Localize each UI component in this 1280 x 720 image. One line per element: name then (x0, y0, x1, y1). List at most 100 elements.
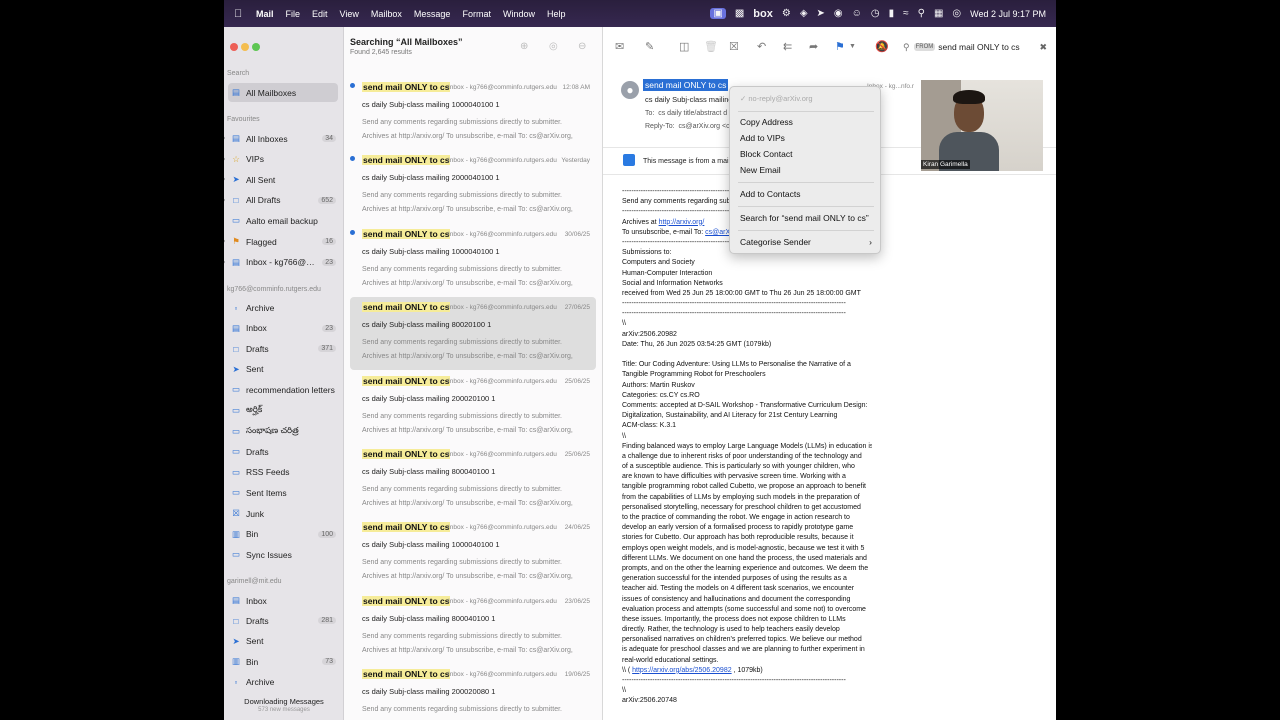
apple-icon[interactable]:  (234, 8, 246, 20)
sidebar-item[interactable]: › □ All Drafts 652 (224, 191, 338, 210)
menu-format[interactable]: Format (462, 9, 491, 19)
search-section-label: Search (227, 70, 250, 77)
sidebar-item[interactable]: ▭ Drafts (228, 442, 338, 461)
sidebar-item[interactable]: ▤ Inbox 23 (228, 319, 338, 338)
box-icon[interactable]: box (753, 8, 773, 20)
sidebar-item[interactable]: ▥ Bin 100 (228, 525, 338, 544)
menu-mailbox[interactable]: Mailbox (371, 9, 402, 19)
gear-icon[interactable]: ⚙ (782, 8, 791, 19)
sidebar-item[interactable]: ▫ Archive (228, 673, 338, 692)
menu-message[interactable]: Message (414, 9, 451, 19)
chevron-right-icon[interactable]: › (224, 238, 225, 245)
message-row[interactable]: send mail ONLY to cs Inbox - kg766@commin… (350, 150, 596, 223)
sidebar-item[interactable]: □ Drafts 371 (228, 339, 338, 358)
menu-add-to-vips[interactable]: Add to VIPs (740, 133, 785, 143)
filter-icon[interactable]: ◎ (549, 41, 558, 52)
zoom-window-button[interactable] (252, 43, 260, 51)
sidebar-item[interactable]: ➤ Sent (228, 360, 338, 379)
menu-help[interactable]: Help (547, 9, 566, 19)
user-icon[interactable]: ☺ (852, 8, 862, 19)
trash-icon[interactable]: 🗑 (704, 40, 718, 53)
menu-view[interactable]: View (340, 9, 359, 19)
menu-edit[interactable]: Edit (312, 9, 328, 19)
message-row[interactable]: send mail ONLY to cs Inbox - kg766@commin… (350, 517, 596, 590)
sidebar-item[interactable]: ▭ అర్హిక్ (228, 401, 338, 420)
sidebar-item[interactable]: ▭ సంభాషణ చరిత్ర (228, 422, 338, 441)
sidebar-item[interactable]: ▤ Inbox (228, 591, 338, 610)
chevron-down-icon[interactable]: ▼ (849, 43, 856, 50)
search-input[interactable]: send mail ONLY to cs (938, 42, 1019, 52)
control-center-icon[interactable]: ▦ (934, 8, 943, 19)
screen-share-icon[interactable]: ▣ (710, 8, 726, 19)
chevron-right-icon[interactable]: › (224, 176, 225, 183)
message-row[interactable]: send mail ONLY to cs Inbox - kg766@commin… (350, 664, 596, 720)
clock-icon[interactable]: ◷ (871, 8, 880, 19)
sidebar-item[interactable]: ▭ Sync Issues (228, 545, 338, 564)
message-row[interactable]: send mail ONLY to cs Inbox - kg766@commin… (350, 371, 596, 444)
sort-icon[interactable]: ⊖ (578, 41, 586, 52)
chevron-right-icon[interactable]: › (224, 135, 225, 142)
sidebar-item[interactable]: ▭ Aalto email backup (228, 211, 338, 230)
message-row[interactable]: send mail ONLY to cs Inbox - kg766@commin… (350, 77, 596, 150)
reply-icon[interactable]: ↶ (757, 40, 766, 53)
menu-block-contact[interactable]: Block Contact (740, 149, 792, 159)
body-link[interactable]: https://arxiv.org/abs/2506.20982 (632, 667, 732, 674)
menu-search-for-sender[interactable]: Search for “send mail ONLY to cs” (740, 213, 869, 223)
chevron-right-icon[interactable]: › (224, 197, 225, 204)
search-field[interactable]: ⚲ FROM send mail ONLY to cs ✖ (903, 39, 1053, 55)
location-icon[interactable]: ➤ (817, 8, 825, 19)
menu-copy-address[interactable]: Copy Address (740, 117, 793, 127)
menu-app[interactable]: Mail (256, 9, 274, 19)
sidebar-item[interactable]: ▭ Sent Items (228, 483, 338, 502)
minimize-window-button[interactable] (241, 43, 249, 51)
sidebar-item[interactable]: › ▤ All Inboxes 34 (224, 129, 338, 148)
record-icon[interactable]: ◉ (834, 8, 843, 19)
search-token[interactable]: FROM (913, 43, 936, 51)
wifi-icon[interactable]: ≈ (903, 8, 909, 19)
message-row[interactable]: send mail ONLY to cs Inbox - kg766@commin… (350, 297, 596, 371)
clock[interactable]: Wed 2 Jul 9:17 PM (970, 9, 1046, 19)
siri-icon[interactable]: ◎ (952, 8, 961, 19)
sender-name[interactable]: send mail ONLY to cs (643, 79, 729, 91)
menu-new-email[interactable]: New Email (740, 165, 781, 175)
sidebar-item[interactable]: › ⚑ Flagged 16 (224, 232, 338, 251)
reply-to-address[interactable]: cs@arXiv.org <c (678, 123, 729, 130)
flag-icon[interactable]: ⚑ (835, 40, 845, 53)
chevron-right-icon[interactable]: › (224, 259, 225, 266)
sidebar-item[interactable]: › ▤ Inbox - kg766@co...23 (224, 253, 338, 272)
clear-search-icon[interactable]: ✖ (1039, 42, 1047, 53)
sidebar-item-all-mailboxes[interactable]: ▤ All Mailboxes (228, 83, 338, 102)
get-mail-icon[interactable]: ✉ (615, 40, 624, 53)
sidebar-item[interactable]: ▫ Archive (228, 298, 338, 317)
sidebar-item[interactable]: › ➤ All Sent (224, 170, 338, 189)
sidebar-item[interactable]: ▥ Bin 73 (228, 652, 338, 671)
filter-icon[interactable]: ⊕ (520, 41, 528, 52)
compose-icon[interactable]: ✎ (645, 40, 654, 53)
menu-window[interactable]: Window (503, 9, 535, 19)
forward-icon[interactable]: ➦ (809, 40, 818, 53)
message-row[interactable]: send mail ONLY to cs Inbox - kg766@commin… (350, 591, 596, 664)
chevron-right-icon[interactable]: › (224, 156, 225, 163)
menu-categorise-sender[interactable]: Categorise Sender (740, 237, 811, 247)
reply-all-icon[interactable]: ⇇ (783, 40, 792, 53)
sidebar-item[interactable]: ▭ RSS Feeds (228, 463, 338, 482)
sidebar-item[interactable]: ▭ recommendation letters (228, 380, 338, 399)
archive-icon[interactable]: ◫ (679, 40, 689, 53)
menu-file[interactable]: File (286, 9, 301, 19)
junk-icon[interactable]: ☒ (729, 40, 739, 53)
sidebar-item[interactable]: □ Drafts 281 (228, 611, 338, 630)
briefcase-icon[interactable]: ▩ (735, 8, 744, 19)
sidebar-item[interactable]: › ☆ VIPs (224, 150, 338, 169)
sidebar-item[interactable]: ➤ Sent (228, 632, 338, 651)
close-window-button[interactable] (230, 43, 238, 51)
mute-icon[interactable]: 🔕 (875, 40, 889, 53)
to-address[interactable]: cs daily title/abstract d (658, 110, 727, 117)
sidebar-item[interactable]: ☒ Junk (228, 504, 338, 523)
menu-add-to-contacts[interactable]: Add to Contacts (740, 189, 800, 199)
spotlight-icon[interactable]: ⚲ (918, 8, 925, 19)
message-row[interactable]: send mail ONLY to cs Inbox - kg766@commin… (350, 444, 596, 517)
vpn-icon[interactable]: ◈ (800, 8, 808, 19)
body-link[interactable]: http://arxiv.org/ (659, 219, 705, 226)
message-row[interactable]: send mail ONLY to cs Inbox - kg766@commin… (350, 224, 596, 297)
battery-icon[interactable]: ▮ (889, 8, 895, 19)
